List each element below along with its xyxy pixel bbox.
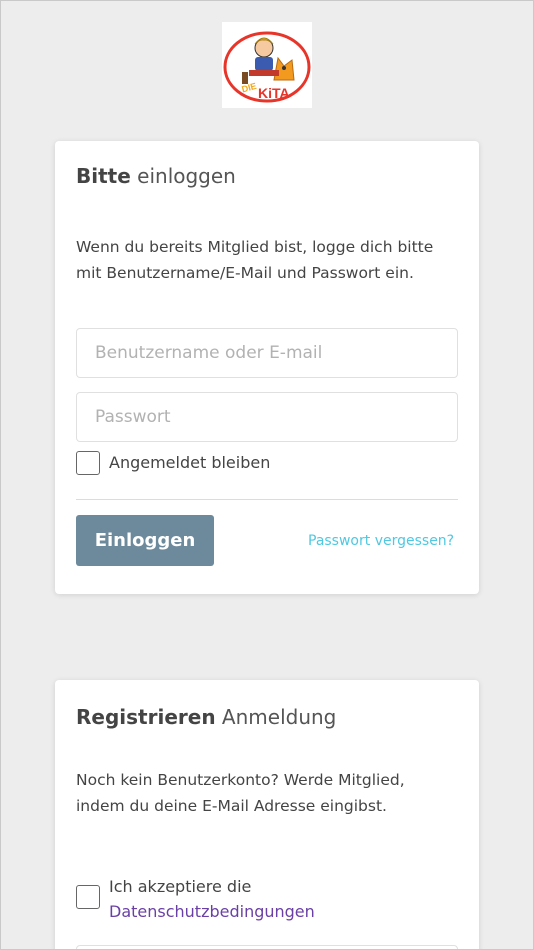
svg-text:KiTA: KiTA bbox=[258, 85, 290, 101]
register-title-bold: Registrieren bbox=[76, 705, 216, 729]
login-description: Wenn du bereits Mitglied bist, logge dic… bbox=[76, 238, 434, 282]
register-title: Registrieren Anmeldung bbox=[76, 705, 336, 729]
kita-logo: DIE KiTA bbox=[222, 22, 312, 108]
remember-label[interactable]: Angemeldet bleiben bbox=[109, 451, 270, 475]
privacy-prefix: Ich akzeptiere die bbox=[109, 877, 252, 896]
password-input[interactable] bbox=[76, 392, 458, 442]
register-card: Registrieren Anmeldung Noch kein Benutze… bbox=[55, 680, 479, 950]
register-description: Noch kein Benutzerkonto? Werde Mitglied,… bbox=[76, 771, 405, 815]
privacy-label: Ich akzeptiere die Datenschutzbedingunge… bbox=[109, 874, 315, 924]
privacy-checkbox[interactable] bbox=[76, 885, 100, 909]
login-title: Bitte einloggen bbox=[76, 164, 236, 188]
username-input[interactable] bbox=[76, 328, 458, 378]
login-card: Bitte einloggen Wenn du bereits Mitglied… bbox=[55, 141, 479, 594]
login-title-light: einloggen bbox=[137, 164, 236, 188]
login-divider bbox=[76, 499, 458, 500]
register-email-input[interactable] bbox=[76, 945, 458, 950]
privacy-policy-link[interactable]: Datenschutzbedingungen bbox=[109, 902, 315, 921]
login-button[interactable]: Einloggen bbox=[76, 515, 214, 566]
remember-checkbox[interactable] bbox=[76, 451, 100, 475]
forgot-password-link[interactable]: Passwort vergessen? bbox=[308, 533, 454, 549]
login-title-bold: Bitte bbox=[76, 164, 131, 188]
register-title-light: Anmeldung bbox=[221, 705, 337, 729]
